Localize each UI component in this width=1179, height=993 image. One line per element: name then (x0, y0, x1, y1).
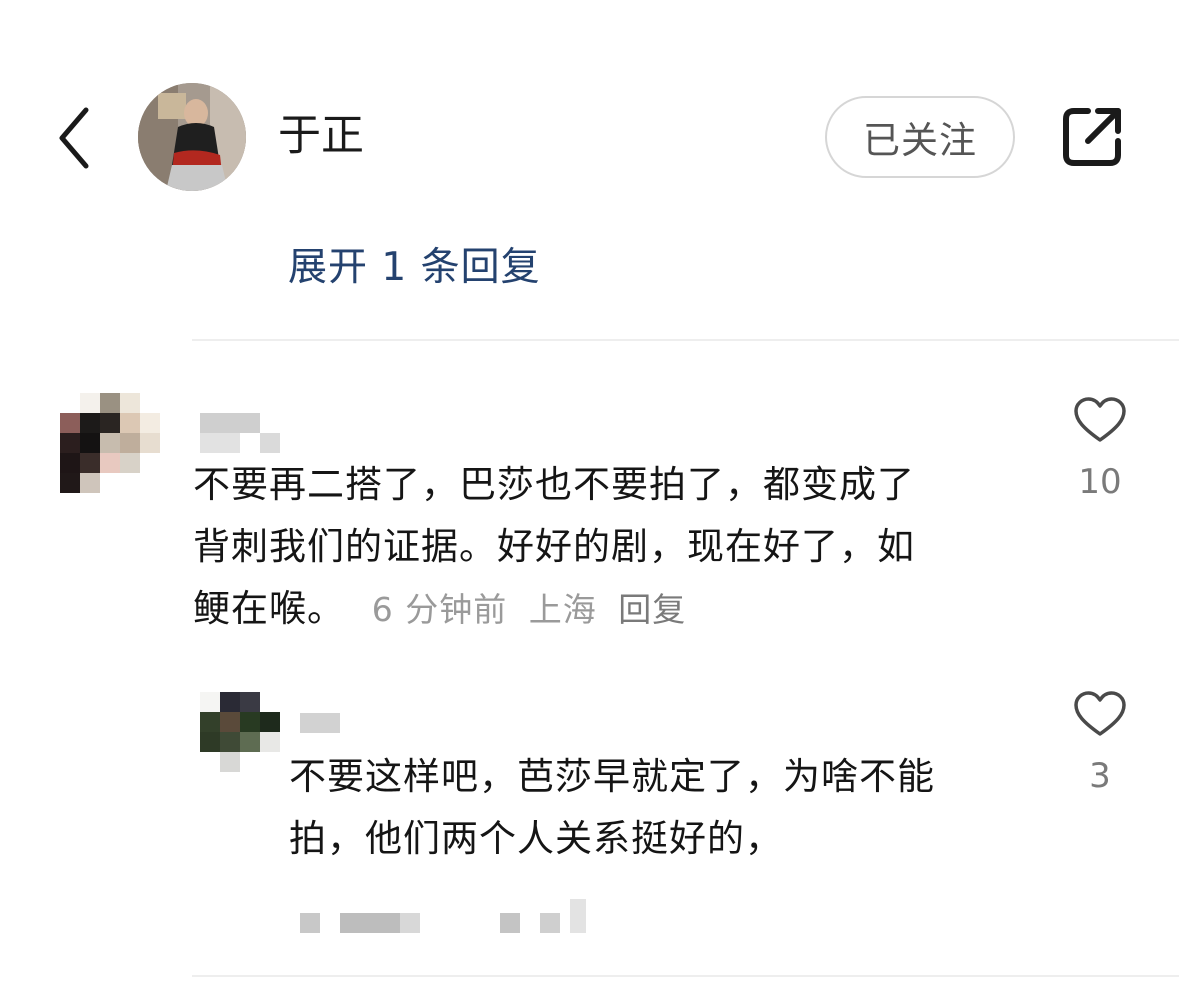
like-count: 10 (1078, 462, 1122, 502)
heart-outline-icon (1074, 691, 1126, 736)
expand-replies-link[interactable]: 展开 1 条回复 (288, 242, 541, 294)
commenter-avatar[interactable] (60, 393, 160, 493)
comment-location: 上海 (528, 590, 597, 629)
reply-author-name-redacted[interactable] (300, 713, 340, 733)
comment-line: 背刺我们的证据。好好的剧，现在好了，如 (193, 525, 915, 568)
reply-like-count: 3 (1089, 756, 1111, 796)
comment-time: 6 分钟前 (371, 590, 508, 629)
reply-line: 拍，他们两个人关系挺好的， (289, 817, 783, 860)
comment-last-line: 鲠在喉。 6 分钟前 上海 回复 (193, 578, 1043, 641)
commenter-name-redacted[interactable] (200, 413, 260, 433)
back-button[interactable] (52, 104, 96, 172)
reply-meta-redacted (300, 899, 600, 933)
divider (192, 975, 1179, 977)
comment-meta: 6 分钟前 上海 回复 (372, 590, 687, 629)
share-external-icon (1063, 108, 1121, 166)
author-avatar[interactable] (138, 83, 246, 191)
reply-button[interactable]: 回复 (618, 590, 686, 629)
author-photo (138, 83, 246, 191)
commenter-name-redacted-part (200, 433, 280, 453)
reply-like-button[interactable] (1073, 690, 1127, 742)
chevron-left-icon (59, 107, 89, 169)
comment-body: 不要再二搭了，巴莎也不要拍了，都变成了 背刺我们的证据。好好的剧，现在好了，如 … (193, 454, 1043, 641)
follow-button[interactable]: 已关注 (825, 96, 1015, 178)
reply-body: 不要这样吧，芭莎早就定了，为啥不能 拍，他们两个人关系挺好的， (289, 746, 1049, 870)
author-name[interactable]: 于正 (278, 108, 364, 164)
reply-line: 不要这样吧，芭莎早就定了，为啥不能 (289, 755, 935, 798)
like-button[interactable] (1073, 396, 1127, 448)
comment-line: 不要再二搭了，巴莎也不要拍了，都变成了 (193, 463, 915, 506)
divider (192, 339, 1179, 341)
heart-outline-icon (1074, 397, 1126, 442)
share-button[interactable] (1060, 105, 1124, 169)
comment-line: 鲠在喉。 (193, 587, 345, 630)
reply-avatar[interactable] (200, 692, 280, 772)
